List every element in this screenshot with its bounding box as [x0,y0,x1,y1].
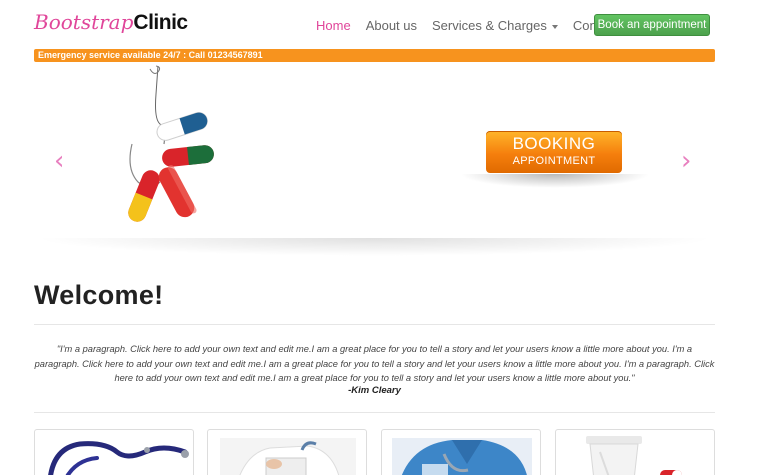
medicine-bottle-image [586,436,682,475]
nav-item-home[interactable]: Home [316,18,351,33]
booking-button-shadow [460,174,650,188]
carousel-next-arrow-icon[interactable]: › [681,148,691,174]
nav-item-about-us[interactable]: About us [366,18,417,33]
brand-logo[interactable]: Bootstrap Clinic [34,10,188,36]
welcome-heading: Welcome! [34,280,164,310]
divider [34,412,715,413]
nurse-scrubs-image [392,438,532,475]
carousel-prev-arrow-icon[interactable]: ‹ [54,148,64,174]
brand-name-part1: Bootstrap [34,10,134,34]
book-appointment-button[interactable]: Book an appointment [594,14,710,36]
thumbnail-nurse-scrubs[interactable] [381,429,541,475]
brand-name-part2: Clinic [133,11,188,34]
doctor-writing-image [220,438,356,475]
emergency-alert-bar: Emergency service available 24/7 : Call … [34,49,715,62]
booking-line1: BOOKING [512,134,596,153]
thumbnail-medicine-bottle[interactable] [555,429,715,475]
nav-item-services-label: Services & Charges [432,18,547,33]
booking-line2: APPOINTMENT [512,155,596,167]
main-nav: Home About us Services & Charges Contact [316,18,633,33]
caret-down-icon [551,24,558,29]
nav-item-services-charges[interactable]: Services & Charges [432,18,558,33]
stethoscope-image [48,441,189,475]
welcome-quote: "I'm a paragraph. Click here to add your… [34,344,715,383]
thumbnail-stethoscope[interactable] [34,429,194,475]
thumbnail-doctor-writing[interactable] [207,429,367,475]
pills-on-fishhook-image [128,65,214,222]
booking-appointment-banner-button[interactable]: BOOKING APPOINTMENT [486,131,622,173]
carousel-shadow [34,238,715,256]
quote-author: -Kim Cleary [348,385,401,396]
divider [34,324,715,325]
